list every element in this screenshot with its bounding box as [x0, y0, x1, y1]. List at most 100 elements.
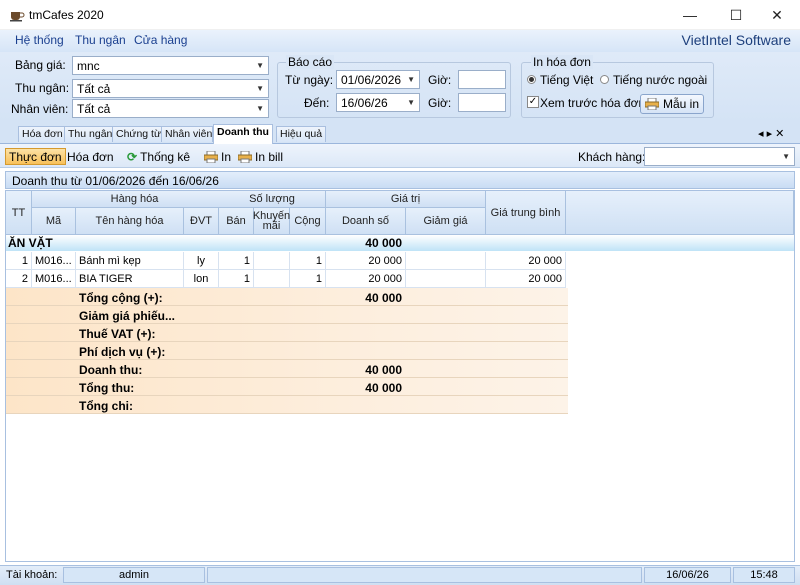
cell-doanh-so: 20 000 [326, 270, 406, 288]
tab-hoa-don[interactable]: Hóa đơn [18, 126, 67, 142]
col-group-gia-tri: Giá trị [326, 191, 486, 208]
status-date: 16/06/26 [644, 567, 731, 583]
col-tt[interactable]: TT [6, 191, 32, 235]
tu-ngay-label: Từ ngày: [285, 73, 334, 87]
chevron-down-icon: ▼ [782, 152, 790, 161]
account-label: Tài khoản: [6, 569, 58, 581]
den-label: Đến: [304, 96, 330, 110]
tieng-nuoc-ngoai-label: Tiếng nước ngoài [613, 73, 708, 87]
hoa-don-button[interactable]: Hóa đơn [64, 148, 117, 165]
summary-row-giam-gia-phieu: Giảm giá phiếu... [6, 306, 568, 324]
cell-cong: 1 [290, 270, 326, 288]
den-ngay-date[interactable]: 16/06/26 ▼ [336, 93, 420, 112]
thu-ngan-select[interactable]: Tất cả ▼ [72, 79, 269, 98]
col-filler [566, 191, 794, 235]
mau-in-button[interactable]: Mẫu in [640, 94, 704, 114]
group-row[interactable]: ĂN VẶT 40 000 [6, 235, 794, 251]
summary-row-tong-cong: Tổng cộng (+): 40 000 [6, 288, 568, 306]
in-bill-label: In bill [255, 149, 284, 164]
thong-ke-button[interactable]: ⟳ Thống kê [124, 148, 193, 165]
radio-tieng-viet[interactable] [527, 75, 536, 84]
cell-giam-gia [406, 252, 486, 270]
maximize-button[interactable]: ☐ [713, 0, 759, 30]
summary-label: Phí dịch vụ (+): [79, 345, 166, 359]
in-button[interactable]: In [201, 148, 234, 165]
in-bill-button[interactable]: In bill [235, 148, 286, 165]
cell-ten: Bánh mì kẹp [76, 252, 184, 270]
bang-gia-value: mnc [77, 58, 100, 73]
cell-tt: 1 [6, 252, 32, 270]
col-khuyen-mai[interactable]: Khuyến mãi [253, 208, 290, 235]
nhan-vien-value: Tất cả [77, 101, 111, 116]
col-dvt[interactable]: ĐVT [184, 208, 219, 235]
cell-ban: 1 [219, 270, 254, 288]
summary-label: Tổng chi: [79, 399, 133, 413]
report-title: Doanh thu từ 01/06/2026 đến 16/06/26 [5, 171, 795, 189]
col-doanh-so[interactable]: Doanh số [326, 208, 406, 235]
printer-icon [238, 150, 252, 163]
tieng-viet-label: Tiếng Việt [540, 73, 594, 87]
printer-icon [645, 98, 659, 110]
cell-ban: 1 [219, 252, 254, 270]
summary-value: 40 000 [365, 381, 402, 395]
cell-gia-trung-binh: 20 000 [486, 270, 566, 288]
tab-doanh-thu[interactable]: Doanh thu [213, 124, 273, 144]
col-ban[interactable]: Bán [219, 208, 254, 235]
tab-nhan-vien[interactable]: Nhân viên [161, 126, 213, 142]
xem-truoc-checkbox[interactable]: ✓ [527, 96, 539, 108]
den-gio-input[interactable] [458, 93, 506, 112]
tab-thu-ngan[interactable]: Thu ngân [64, 126, 117, 142]
status-time: 15:48 [733, 567, 795, 583]
summary-row-thue-vat: Thuế VAT (+): [6, 324, 568, 342]
tu-gio-input[interactable] [458, 70, 506, 89]
col-cong[interactable]: Cộng [290, 208, 326, 235]
chevron-down-icon: ▼ [407, 75, 415, 84]
summary-label: Giảm giá phiếu... [79, 309, 176, 323]
cell-dvt: lon [184, 270, 219, 288]
menu-thu-ngan[interactable]: Thu ngân [75, 33, 126, 47]
bang-gia-select[interactable]: mnc ▼ [72, 56, 269, 75]
summary-value: 40 000 [365, 363, 402, 377]
col-gia-trung-binh[interactable]: Giá trung bình [486, 191, 566, 235]
status-message [207, 567, 642, 583]
window-title: tmCafes 2020 [29, 8, 104, 22]
nhan-vien-label: Nhân viên: [11, 102, 69, 116]
xem-truoc-label: Xem trước hóa đơn [540, 96, 646, 110]
gio-label: Giờ: [428, 73, 452, 87]
col-group-hang-hoa: Hàng hóa [32, 191, 238, 208]
gio-label-2: Giờ: [428, 96, 452, 110]
khach-hang-select[interactable]: ▼ [644, 147, 795, 166]
radio-tieng-nuoc-ngoai[interactable] [600, 75, 609, 84]
den-ngay-value: 16/06/26 [341, 95, 388, 110]
summary-label: Tổng cộng (+): [79, 291, 163, 305]
chevron-down-icon: ▼ [256, 61, 264, 70]
summary-label: Tổng thu: [79, 381, 135, 395]
summary-row-phi-dich-vu: Phí dịch vụ (+): [6, 342, 568, 360]
tab-chung-tu[interactable]: Chứng từ [112, 126, 165, 142]
menu-cua-hang[interactable]: Cửa hàng [134, 33, 187, 47]
in-hoa-don-legend: In hóa đơn [531, 55, 593, 69]
thuc-don-button[interactable]: Thực đơn [5, 148, 66, 165]
cell-khuyen-mai [254, 270, 290, 288]
mau-in-label: Mẫu in [663, 97, 700, 111]
tu-ngay-date[interactable]: 01/06/2026 ▼ [336, 70, 420, 89]
minimize-button[interactable]: — [667, 0, 713, 30]
revenue-grid[interactable]: TT Hàng hóa Mã Tên hàng hóa ĐVT Số lượng… [5, 190, 795, 562]
summary-label: Thuế VAT (+): [79, 327, 156, 341]
summary-label: Doanh thu: [79, 363, 143, 377]
menu-he-thong[interactable]: Hệ thống [15, 33, 64, 47]
col-ten[interactable]: Tên hàng hóa [76, 208, 184, 235]
chevron-down-icon: ▼ [256, 104, 264, 113]
tab-hieu-qua[interactable]: Hiệu quả [276, 126, 327, 142]
close-button[interactable]: ✕ [754, 0, 800, 30]
bang-gia-label: Bảng giá: [15, 58, 66, 72]
cell-ma: M016... [32, 270, 76, 288]
summary-row-doanh-thu: Doanh thu: 40 000 [6, 360, 568, 378]
nhan-vien-select[interactable]: Tất cả ▼ [72, 99, 269, 118]
thu-ngan-value: Tất cả [77, 81, 111, 96]
tab-nav-controls[interactable]: ◂ ▸ ✕ [758, 127, 784, 140]
cell-cong: 1 [290, 252, 326, 270]
chevron-down-icon: ▼ [407, 98, 415, 107]
col-giam-gia[interactable]: Giảm giá [406, 208, 486, 235]
col-ma[interactable]: Mã [32, 208, 76, 235]
